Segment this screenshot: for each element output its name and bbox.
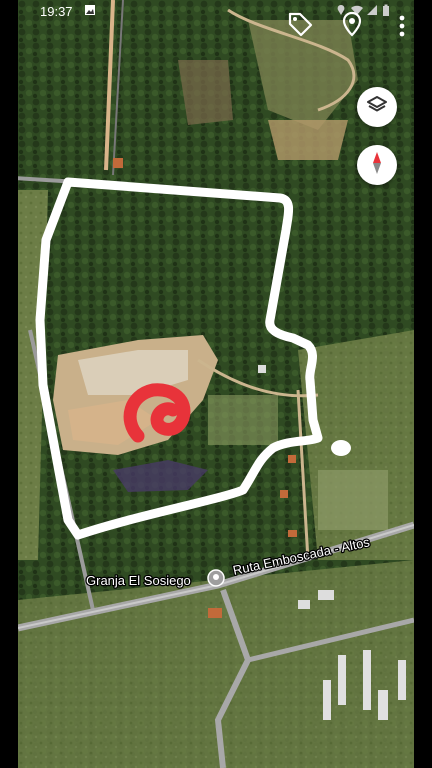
compass-icon [366,150,388,181]
place-pin-icon[interactable] [207,569,225,587]
layers-button[interactable] [357,87,397,127]
place-label[interactable]: Granja El Sosiego [85,572,192,590]
signal-icon [366,4,378,19]
compass-button[interactable] [357,145,397,185]
battery-icon [382,4,390,20]
layers-icon [366,94,388,121]
more-vert-icon[interactable] [397,14,407,43]
tag-icon[interactable] [286,10,314,43]
boundary-dot [331,440,351,456]
satellite-map[interactable]: Granja El Sosiego Ruta Emboscada - Altos [18,0,414,768]
status-time: 19:37 [40,4,73,19]
location-pin-icon[interactable] [340,10,364,43]
image-notification-icon [84,4,96,19]
